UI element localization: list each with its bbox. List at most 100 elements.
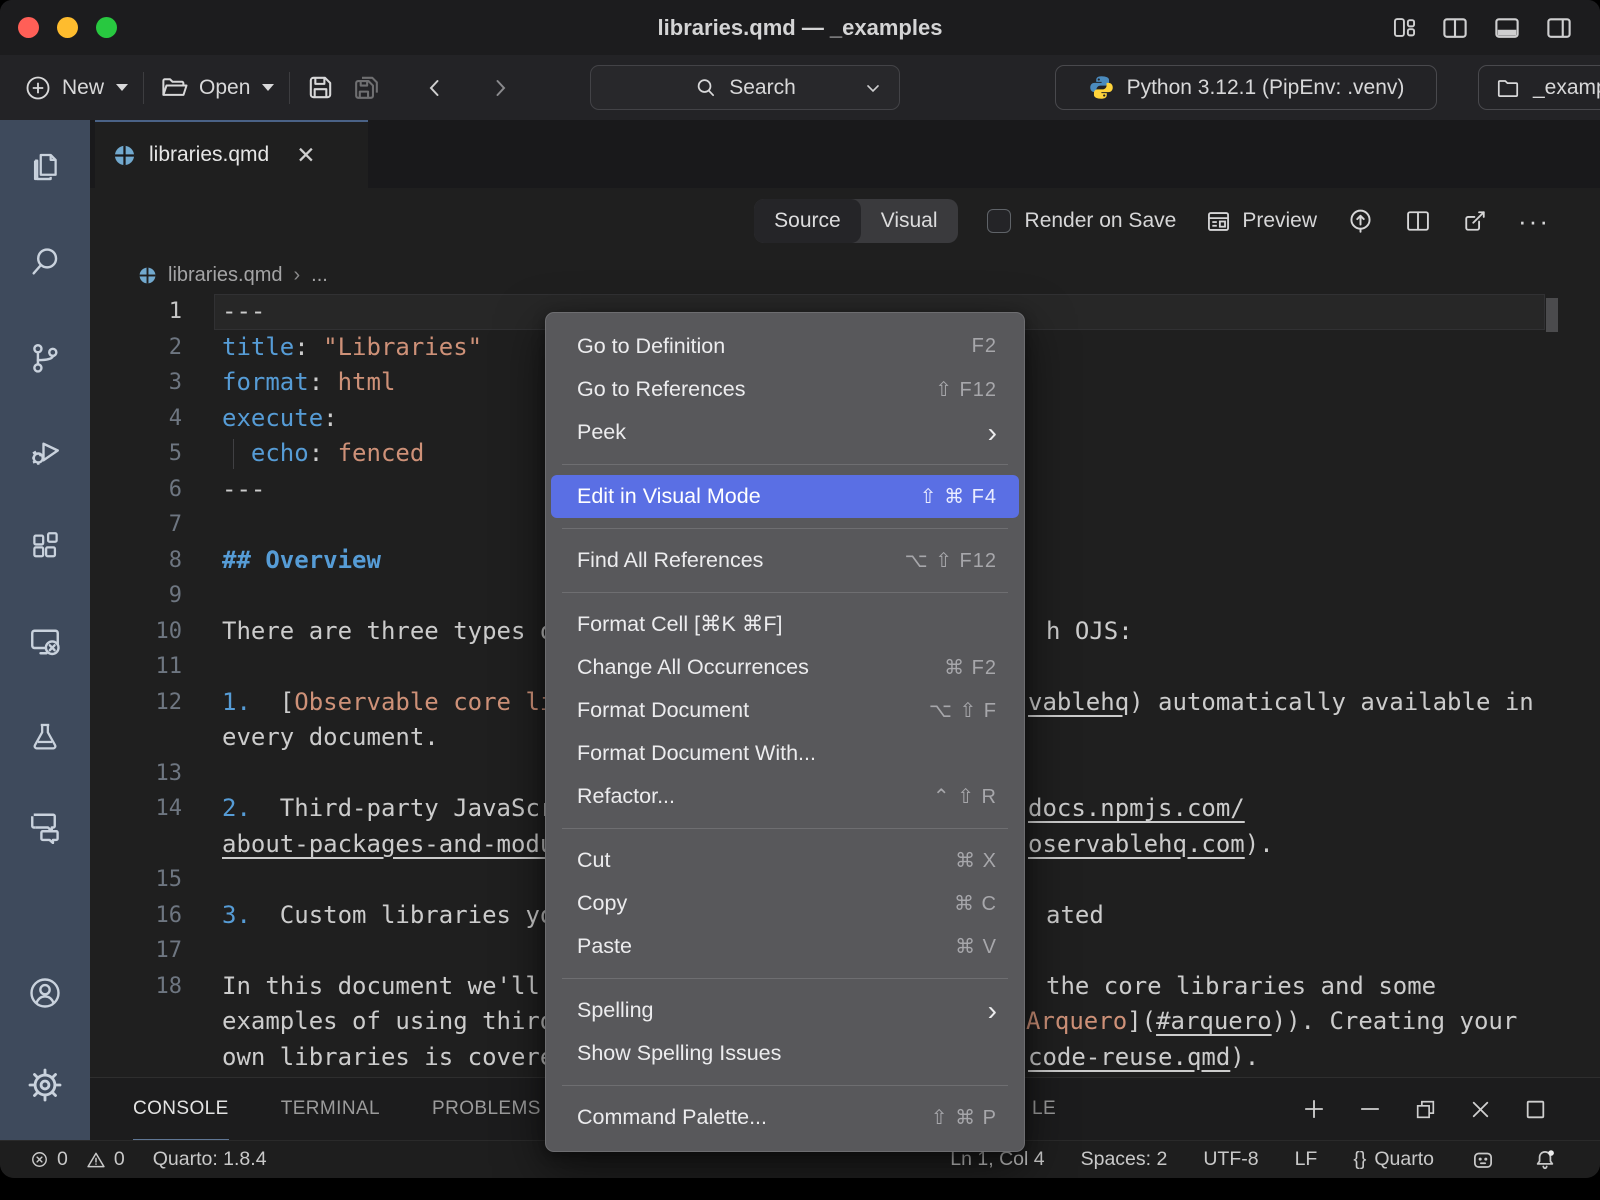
restore-panel-icon[interactable] [1413, 1097, 1438, 1122]
project-selector[interactable]: _examples [1478, 65, 1600, 110]
code-token: 1. [222, 688, 251, 716]
save-icon[interactable] [305, 72, 336, 103]
account-icon[interactable] [25, 973, 65, 1013]
line-number: 2 [90, 330, 182, 366]
code-token: docs.npmjs.com/ [1028, 794, 1245, 822]
code-token: fenced [338, 439, 425, 467]
breadcrumb[interactable]: libraries.qmd › ... [138, 256, 328, 294]
menu-item-change-all-occurrences[interactable]: Change All Occurrences⌘ F2 [551, 646, 1019, 689]
new-console-plus-icon[interactable] [1301, 1096, 1327, 1122]
language-mode-status[interactable]: {} Quarto [1353, 1148, 1434, 1171]
split-editor-layout-icon[interactable] [1440, 13, 1470, 43]
navigate-forward-icon[interactable] [488, 76, 512, 100]
menu-item-label: Go to References [577, 377, 746, 402]
toggle-panel-icon[interactable] [1492, 13, 1522, 43]
notifications-bell-icon[interactable] [1532, 1147, 1558, 1173]
code-token: In this document we'll [222, 972, 554, 1000]
problems-status[interactable]: 0 0 [30, 1148, 125, 1171]
chevron-down-icon [262, 84, 274, 91]
source-control-icon[interactable] [25, 338, 65, 378]
code-text: --- [222, 472, 265, 508]
menu-item-spelling[interactable]: Spelling [551, 989, 1019, 1032]
menu-item-edit-in-visual-mode[interactable]: Edit in Visual Mode⇧ ⌘ F4 [551, 475, 1019, 518]
zoom-window-button[interactable] [96, 17, 117, 38]
explorer-icon[interactable] [25, 147, 65, 187]
open-file-button[interactable]: Open [159, 73, 274, 103]
quarto-file-icon [113, 144, 136, 167]
menu-item-copy[interactable]: Copy⌘ C [551, 882, 1019, 925]
visual-mode-button[interactable]: Visual [861, 199, 958, 243]
preview-icon [1205, 208, 1232, 235]
breadcrumb-more[interactable]: ... [311, 264, 328, 287]
eol-status[interactable]: LF [1295, 1148, 1318, 1171]
navigate-back-icon[interactable] [423, 76, 447, 100]
code-token [222, 439, 251, 467]
feedback-icon[interactable] [1470, 1147, 1496, 1173]
menu-item-format-document[interactable]: Format Document⌥ ⇧ F [551, 689, 1019, 732]
menu-item-peek[interactable]: Peek [551, 411, 1019, 454]
panel-tab-problems[interactable]: PROBLEMS [432, 1078, 541, 1140]
menu-item-refactor[interactable]: Refactor...⌃ ⇧ R [551, 775, 1019, 818]
testing-flask-icon[interactable] [25, 717, 65, 757]
render-document-icon[interactable] [1346, 207, 1375, 236]
menu-item-format-document-with[interactable]: Format Document With... [551, 732, 1019, 775]
panel-tab-console[interactable]: CONSOLE [133, 1078, 229, 1140]
code-token: Observable core li [294, 688, 554, 716]
quarto-version-status[interactable]: Quarto: 1.8.4 [153, 1148, 267, 1171]
editor-scrollbar[interactable] [1546, 298, 1558, 332]
code-text: 3. Custom libraries yo [222, 898, 554, 934]
menu-item-find-all-references[interactable]: Find All References⌥ ⇧ F12 [551, 539, 1019, 582]
menu-item-show-spelling-issues[interactable]: Show Spelling Issues [551, 1032, 1019, 1075]
project-label: _examples [1533, 76, 1600, 100]
more-actions-icon[interactable]: ··· [1518, 206, 1550, 237]
search-sidebar-icon[interactable] [25, 242, 65, 282]
menu-item-label: Refactor... [577, 784, 675, 809]
comments-icon[interactable] [25, 806, 65, 846]
menu-item-label: Copy [577, 891, 627, 916]
customize-layout-icon[interactable] [1391, 14, 1418, 41]
toggle-secondary-sidebar-icon[interactable] [1544, 13, 1574, 43]
menu-item-go-to-definition[interactable]: Go to DefinitionF2 [551, 325, 1019, 368]
code-text: echo: fenced [222, 436, 424, 472]
save-all-icon[interactable] [351, 72, 382, 103]
run-and-debug-icon[interactable] [25, 432, 65, 472]
panel-tab-partial[interactable]: LE [1032, 1078, 1056, 1140]
encoding-status[interactable]: UTF-8 [1203, 1148, 1258, 1171]
extensions-icon[interactable] [25, 526, 65, 566]
render-on-save-checkbox[interactable] [987, 209, 1011, 233]
code-token: --- [222, 297, 265, 325]
tab-libraries-qmd[interactable]: libraries.qmd ✕ [95, 120, 368, 188]
code-token: ) automatically available in [1129, 688, 1534, 716]
menu-item-format-cell-k-f[interactable]: Format Cell [⌘K ⌘F] [551, 603, 1019, 646]
top-action-bar: New Open [0, 55, 1600, 120]
close-panel-icon[interactable] [1468, 1097, 1493, 1122]
minimize-window-button[interactable] [57, 17, 78, 38]
menu-item-cut[interactable]: Cut⌘ X [551, 839, 1019, 882]
folder-icon [1495, 75, 1521, 101]
split-editor-icon[interactable] [1404, 207, 1432, 235]
search-placeholder: Search [729, 76, 796, 100]
menu-item-paste[interactable]: Paste⌘ V [551, 925, 1019, 968]
activity-bar [0, 120, 90, 1140]
indentation-status[interactable]: Spaces: 2 [1081, 1148, 1168, 1171]
minimize-panel-icon[interactable] [1357, 1096, 1383, 1122]
source-mode-button[interactable]: Source [754, 199, 861, 243]
close-tab-icon[interactable]: ✕ [296, 142, 315, 169]
panel-tab-terminal[interactable]: TERMINAL [281, 1078, 380, 1140]
warning-icon [86, 1150, 106, 1170]
open-in-new-window-icon[interactable] [1461, 207, 1489, 235]
interpreter-selector[interactable]: Python 3.12.1 (PipEnv: .venv) [1055, 65, 1437, 110]
search-input[interactable]: Search [590, 65, 900, 110]
settings-gear-icon[interactable] [25, 1065, 65, 1105]
maximize-panel-icon[interactable] [1523, 1097, 1548, 1122]
code-text-right: vablehq) automatically available in [1028, 685, 1534, 721]
menu-item-command-palette[interactable]: Command Palette...⇧ ⌘ P [551, 1096, 1019, 1139]
new-file-button[interactable]: New [24, 74, 128, 102]
remote-explorer-icon[interactable] [25, 622, 65, 662]
menu-item-go-to-references[interactable]: Go to References⇧ F12 [551, 368, 1019, 411]
code-token: code-reuse.qmd [1028, 1043, 1230, 1071]
breadcrumb-file[interactable]: libraries.qmd [168, 264, 282, 287]
menu-item-shortcut: ⌘ X [955, 848, 997, 873]
close-window-button[interactable] [18, 17, 39, 38]
preview-button[interactable]: Preview [1205, 208, 1317, 235]
